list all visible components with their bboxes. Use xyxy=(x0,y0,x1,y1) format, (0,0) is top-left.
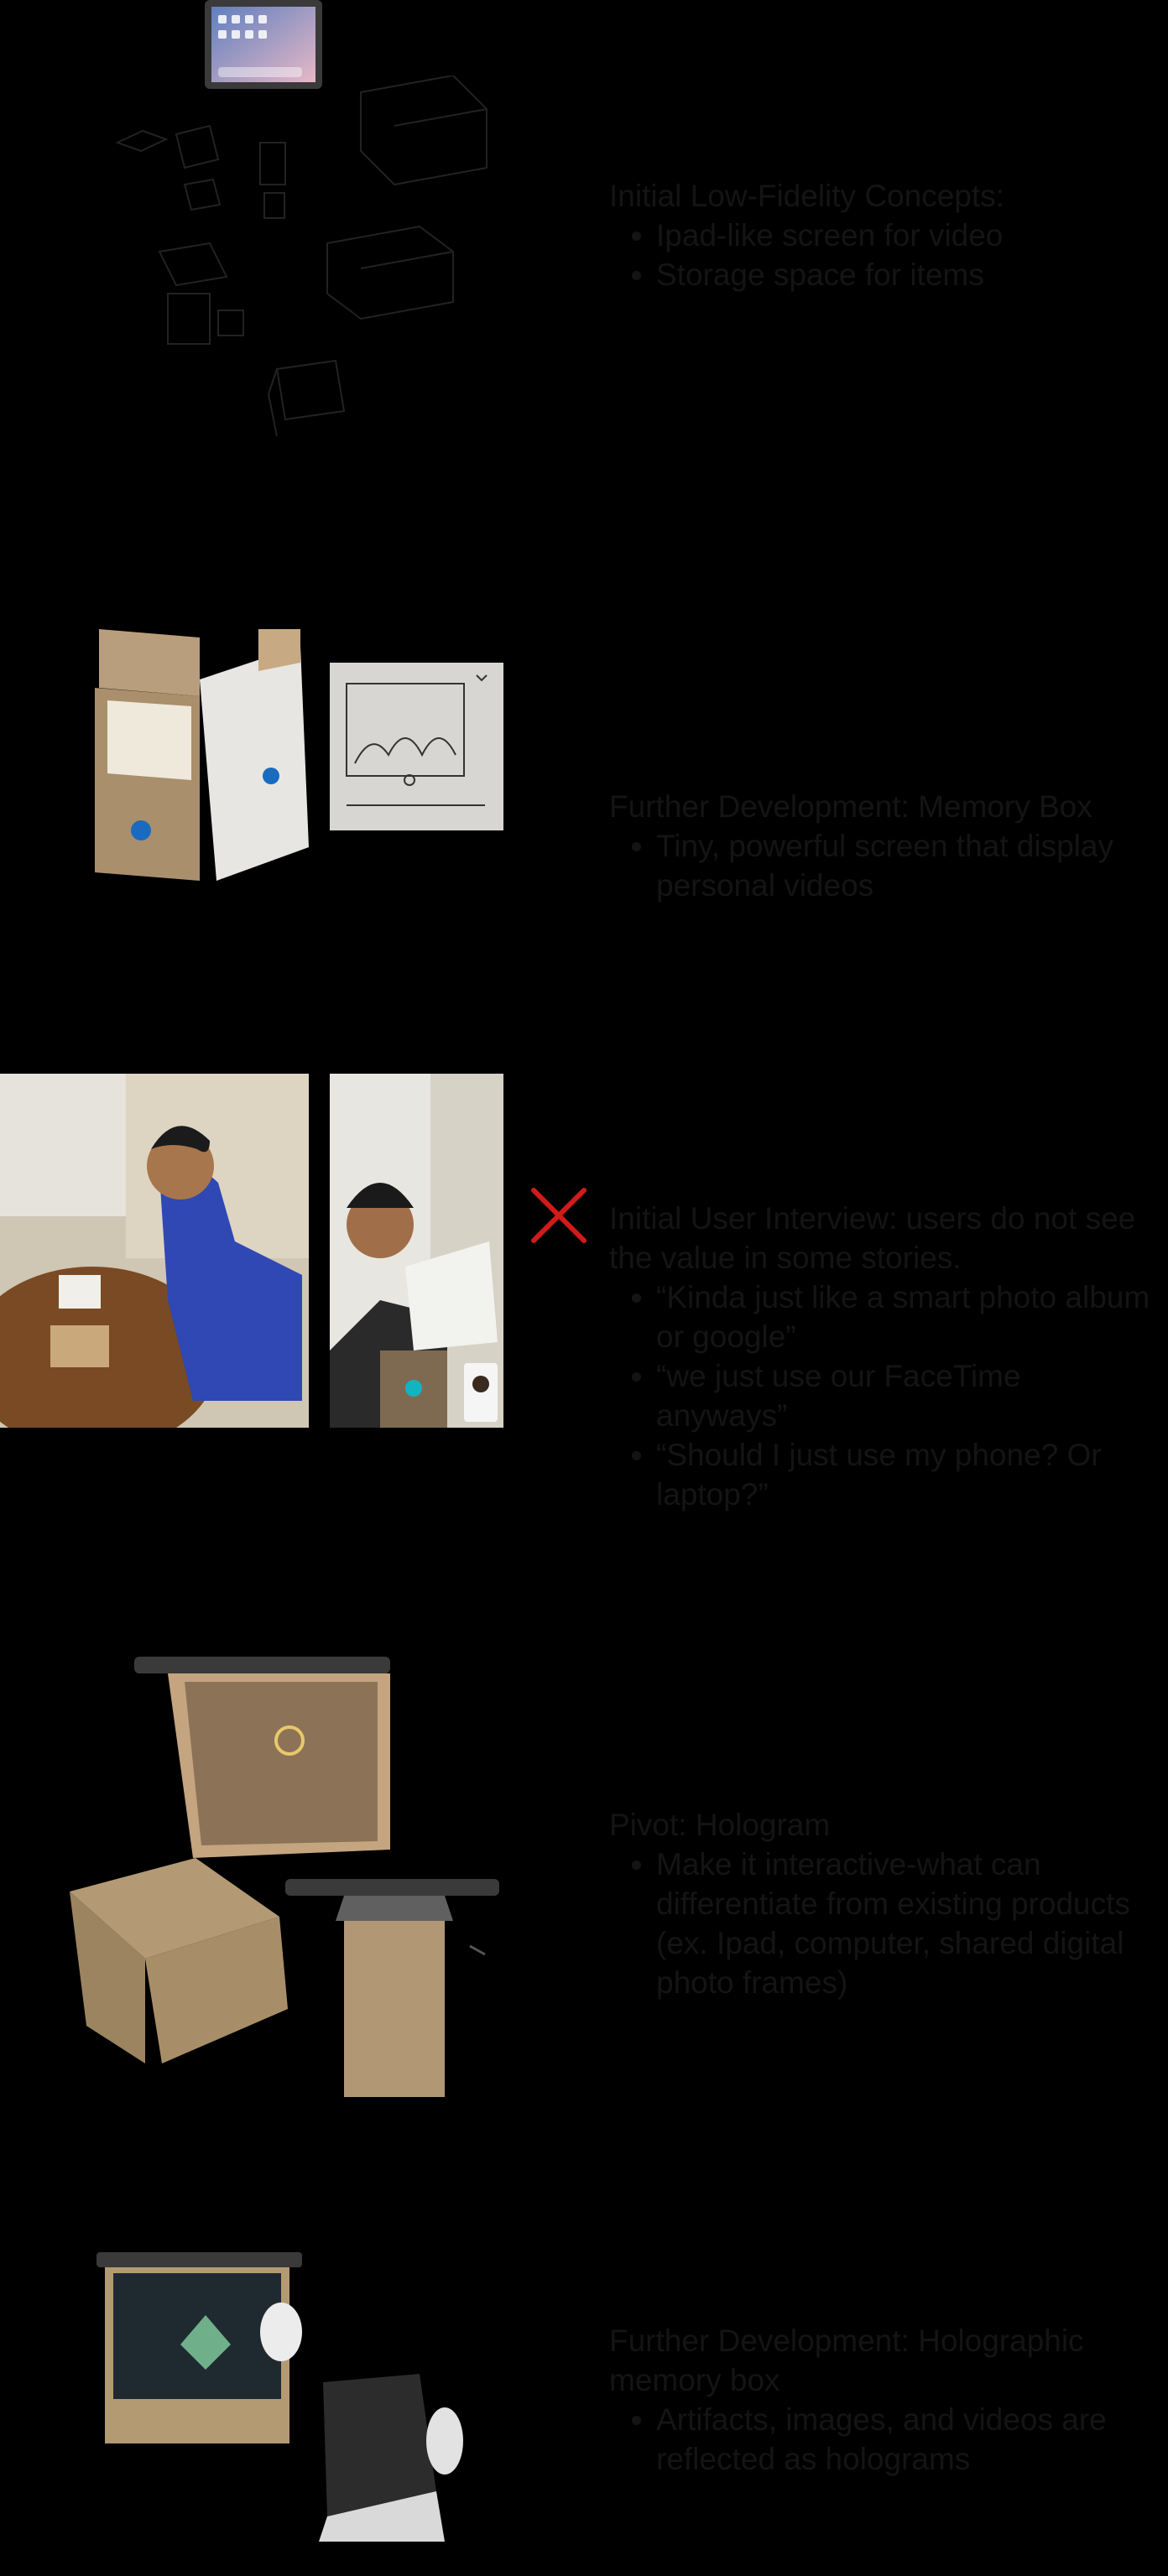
section-heading: Pivot: Hologram xyxy=(609,1808,831,1842)
section-heading: Initial Low-Fidelity Concepts: xyxy=(609,179,1004,213)
rejected-x-icon xyxy=(529,1185,589,1246)
hologram-box-prototype-closed xyxy=(70,1858,288,2063)
bullet-item: “we just use our FaceTime anyways” xyxy=(656,1356,1155,1435)
bullet-item: Tiny, powerful screen that display perso… xyxy=(656,826,1155,905)
bullet-item: Storage space for items xyxy=(656,255,1155,294)
bullet-list: Artifacts, images, and videos are reflec… xyxy=(609,2400,1155,2479)
section-holographic-box-text: Further Development: Holographic memory … xyxy=(609,2321,1155,2479)
section-heading: Further Development: Memory Box xyxy=(609,789,1092,824)
section-user-interview-text: Initial User Interview: users do not see… xyxy=(609,1199,1155,1514)
hologram-tower-prototype xyxy=(285,1871,503,2101)
bullet-item: Make it interactive-what can differentia… xyxy=(656,1845,1155,2002)
section-memory-box-text: Further Development: Memory Box Tiny, po… xyxy=(609,787,1155,905)
section-heading: Initial User Interview: users do not see… xyxy=(609,1201,1136,1275)
user-interview-photo xyxy=(0,1074,309,1451)
memory-box-photo xyxy=(91,629,309,885)
storyboard-sketch-photo xyxy=(330,663,503,830)
concept-sketches xyxy=(109,74,503,461)
hologram-box-prototype-open xyxy=(134,1648,390,1862)
bullet-list: Make it interactive-what can differentia… xyxy=(609,1845,1155,2002)
holographic-memory-box-small-photo xyxy=(310,2374,470,2542)
bullet-list: Tiny, powerful screen that display perso… xyxy=(609,826,1155,905)
bullet-item: Ipad-like screen for video xyxy=(656,216,1155,255)
section-low-fidelity-text: Initial Low-Fidelity Concepts: Ipad-like… xyxy=(609,176,1155,294)
bullet-item: “Kinda just like a smart photo album or … xyxy=(656,1278,1155,1356)
bullet-item: Artifacts, images, and videos are reflec… xyxy=(656,2400,1155,2479)
holographic-memory-box-photo xyxy=(88,2252,310,2449)
bullet-list: “Kinda just like a smart photo album or … xyxy=(609,1278,1155,1514)
section-heading: Further Development: Holographic memory … xyxy=(609,2324,1084,2397)
bullet-item: “Should I just use my phone? Or laptop?” xyxy=(656,1435,1155,1514)
section-pivot-text: Pivot: Hologram Make it interactive-what… xyxy=(609,1805,1155,2002)
video-call-photo xyxy=(330,1074,503,1428)
bullet-list: Ipad-like screen for video Storage space… xyxy=(609,216,1155,294)
